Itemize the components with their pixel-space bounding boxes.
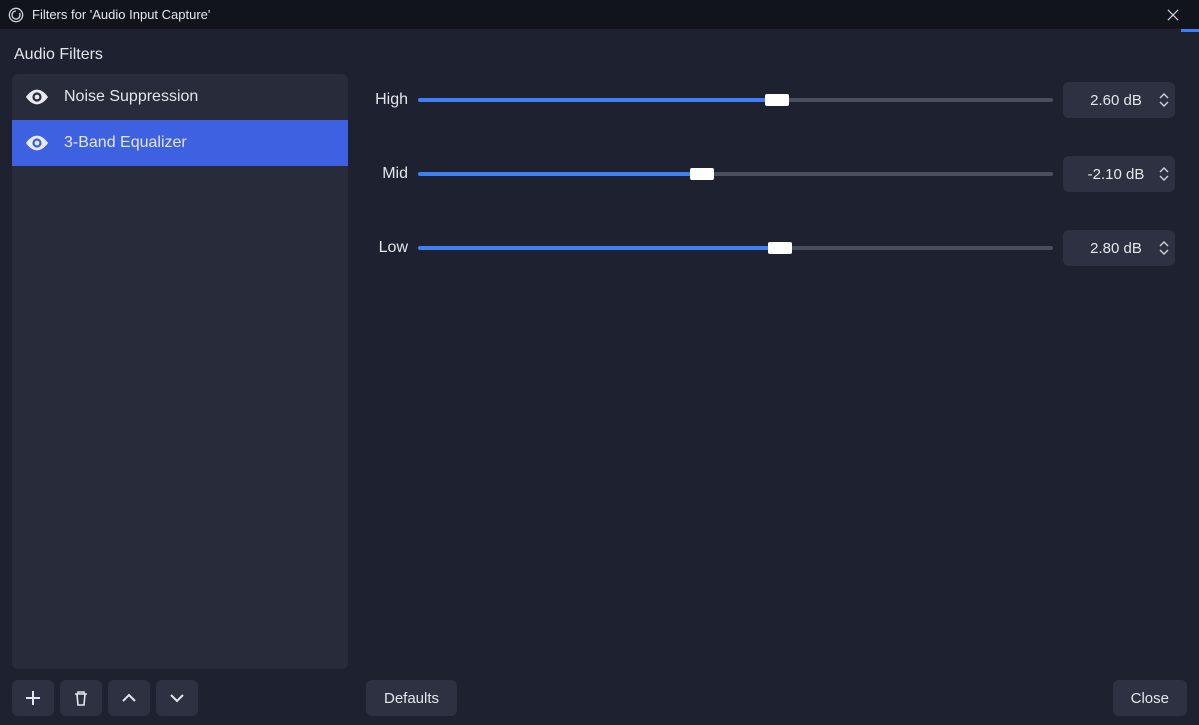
eq-label-low: Low	[366, 239, 408, 257]
filter-list: Noise Suppression 3-Band Equalizer	[12, 74, 348, 669]
chevron-up-icon[interactable]	[1159, 241, 1169, 247]
dialog-content: Audio Filters Noise Suppression	[0, 30, 1199, 679]
eq-label-mid: Mid	[366, 165, 408, 183]
obs-logo-icon	[8, 7, 24, 23]
audio-filters-label: Audio Filters	[14, 46, 1187, 64]
visibility-icon[interactable]	[26, 89, 48, 105]
spin-buttons[interactable]	[1159, 93, 1169, 107]
filter-item-label: Noise Suppression	[64, 88, 198, 106]
add-filter-button[interactable]	[12, 680, 54, 716]
eq-value-high: 2.60 dB	[1073, 92, 1159, 109]
move-filter-down-button[interactable]	[156, 680, 198, 716]
eq-spinbox-mid[interactable]: -2.10 dB	[1063, 156, 1175, 192]
close-button[interactable]: Close	[1113, 680, 1187, 716]
slider-fill	[418, 98, 777, 102]
slider-thumb[interactable]	[765, 94, 789, 106]
slider-thumb[interactable]	[690, 168, 714, 180]
window-title: Filters for 'Audio Input Capture'	[32, 7, 1151, 22]
spin-buttons[interactable]	[1159, 241, 1169, 255]
eq-slider-high[interactable]	[418, 93, 1053, 107]
chevron-up-icon	[122, 693, 136, 703]
eq-label-high: High	[366, 91, 408, 109]
filter-properties-panel: High 2.60 dB Mid	[362, 74, 1187, 669]
eq-slider-mid[interactable]	[418, 167, 1053, 181]
defaults-button-label: Defaults	[384, 690, 439, 707]
remove-filter-button[interactable]	[60, 680, 102, 716]
chevron-down-icon[interactable]	[1159, 101, 1169, 107]
spin-buttons[interactable]	[1159, 167, 1169, 181]
chevron-down-icon	[170, 693, 184, 703]
window-accent-strip	[1181, 29, 1199, 32]
chevron-down-icon[interactable]	[1159, 249, 1169, 255]
slider-fill	[418, 246, 780, 250]
filter-item-3-band-equalizer[interactable]: 3-Band Equalizer	[12, 120, 348, 166]
eq-spinbox-low[interactable]: 2.80 dB	[1063, 230, 1175, 266]
window-close-button[interactable]	[1151, 0, 1195, 30]
filter-item-label: 3-Band Equalizer	[64, 134, 187, 152]
eq-spinbox-high[interactable]: 2.60 dB	[1063, 82, 1175, 118]
move-filter-up-button[interactable]	[108, 680, 150, 716]
eq-row-low: Low 2.80 dB	[366, 230, 1175, 266]
eq-value-mid: -2.10 dB	[1073, 166, 1159, 183]
slider-fill	[418, 172, 702, 176]
close-button-label: Close	[1131, 690, 1169, 707]
eq-slider-low[interactable]	[418, 241, 1053, 255]
chevron-up-icon[interactable]	[1159, 93, 1169, 99]
eq-row-mid: Mid -2.10 dB	[366, 156, 1175, 192]
chevron-up-icon[interactable]	[1159, 167, 1169, 173]
defaults-button[interactable]: Defaults	[366, 680, 457, 716]
filter-item-noise-suppression[interactable]: Noise Suppression	[12, 74, 348, 120]
window-titlebar: Filters for 'Audio Input Capture'	[0, 0, 1199, 30]
eq-value-low: 2.80 dB	[1073, 240, 1159, 257]
trash-icon	[73, 690, 89, 706]
dialog-bottombar: Defaults Close	[0, 679, 1199, 725]
plus-icon	[25, 690, 41, 706]
eq-row-high: High 2.60 dB	[366, 82, 1175, 118]
visibility-icon[interactable]	[26, 135, 48, 151]
chevron-down-icon[interactable]	[1159, 175, 1169, 181]
slider-thumb[interactable]	[768, 242, 792, 254]
dialog-body: Noise Suppression 3-Band Equalizer High	[12, 74, 1187, 669]
